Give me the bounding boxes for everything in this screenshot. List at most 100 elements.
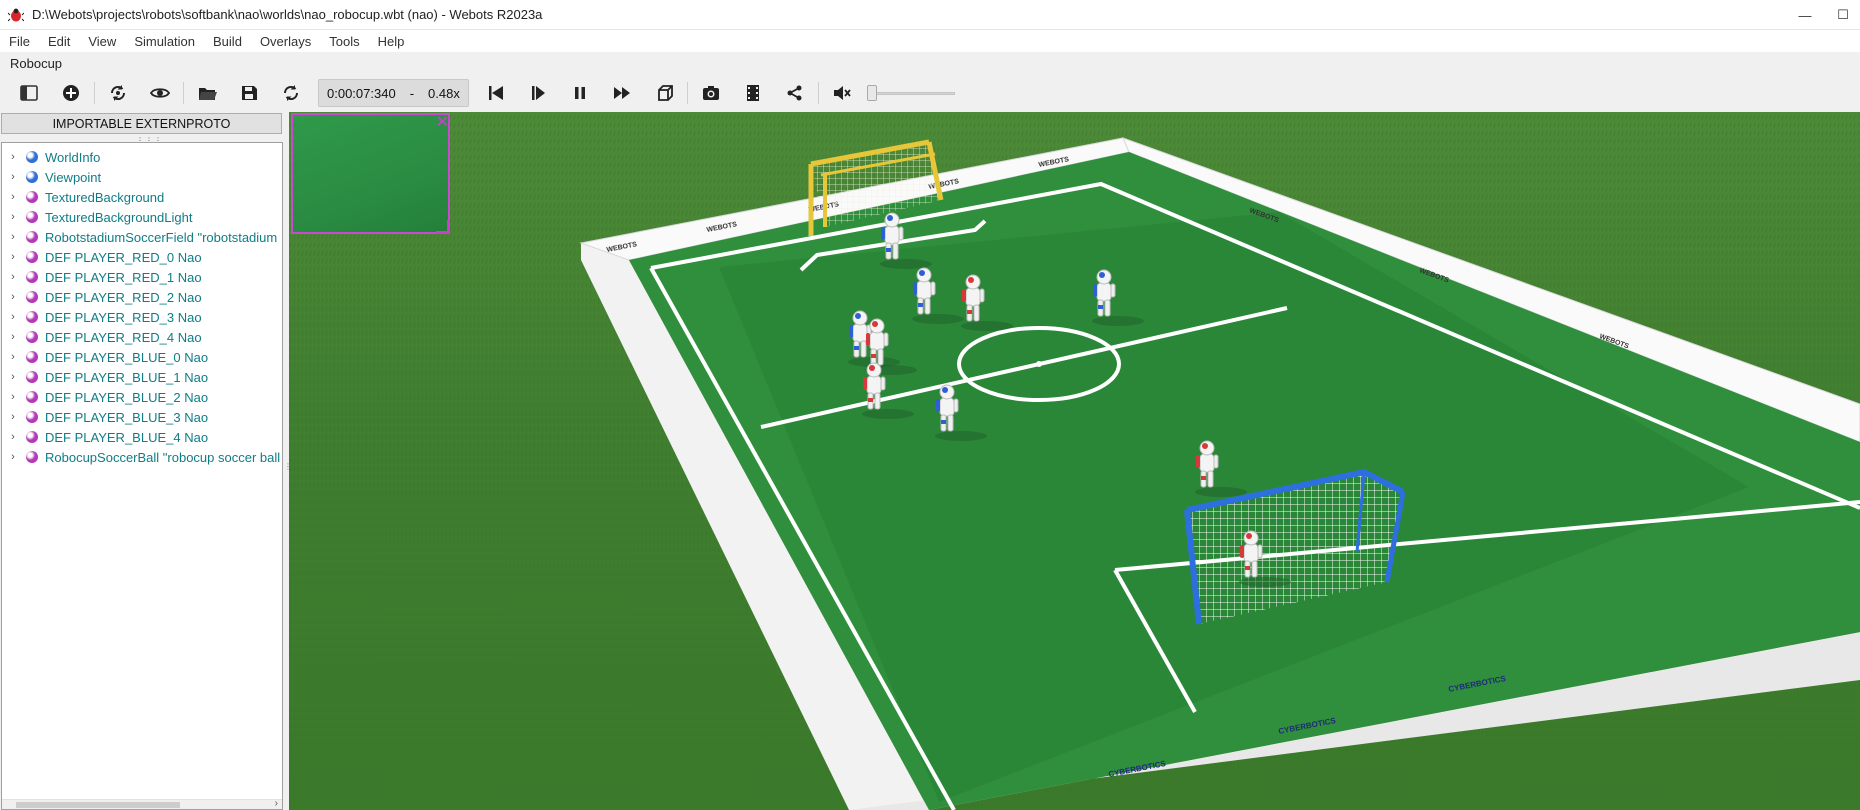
scene-tree-node[interactable]: › DEF PLAYER_BLUE_4 Nao xyxy=(2,427,282,447)
volume-knob[interactable] xyxy=(866,85,877,101)
toggle-scene-tree-button[interactable] xyxy=(8,76,50,110)
reset-icon xyxy=(283,85,299,101)
scene-tree-node[interactable]: › Viewpoint xyxy=(2,167,282,187)
reload-button[interactable] xyxy=(97,76,139,110)
scene-tree-node[interactable]: › WorldInfo xyxy=(2,147,282,167)
scene-tree-node-label: RobotstadiumSoccerField "robotstadium xyxy=(45,229,278,245)
menu-overlays[interactable]: Overlays xyxy=(251,34,320,49)
scroll-right-icon[interactable]: › xyxy=(275,798,278,809)
mute-button[interactable] xyxy=(821,76,863,110)
scene-tree-node[interactable]: › DEF PLAYER_BLUE_3 Nao xyxy=(2,407,282,427)
open-icon xyxy=(199,88,217,100)
expand-chevron-icon[interactable]: › xyxy=(6,451,20,463)
scene-tree-node[interactable]: › RobocupSoccerBall "robocup soccer ball xyxy=(2,447,282,467)
menu-edit[interactable]: Edit xyxy=(39,34,79,49)
scene-tree-node-label: DEF PLAYER_RED_1 Nao xyxy=(45,269,202,285)
record-movie-button[interactable] xyxy=(732,76,774,110)
node-type-icon xyxy=(26,151,38,163)
menu-bar: File Edit View Simulation Build Overlays… xyxy=(0,30,1860,52)
expand-chevron-icon[interactable]: › xyxy=(6,171,20,183)
resize-overlay-icon[interactable] xyxy=(436,220,450,234)
menu-view[interactable]: View xyxy=(79,34,125,49)
node-type-icon xyxy=(26,271,38,283)
step-back-icon xyxy=(488,86,503,100)
step-button[interactable] xyxy=(517,76,559,110)
scene-tree-node[interactable]: › TexturedBackground xyxy=(2,187,282,207)
close-overlay-icon[interactable]: ✕ xyxy=(436,112,449,132)
scene-tree-node[interactable]: › DEF PLAYER_BLUE_0 Nao xyxy=(2,347,282,367)
expand-chevron-icon[interactable]: › xyxy=(6,271,20,283)
menu-help[interactable]: Help xyxy=(369,34,414,49)
scene-tree-node[interactable]: › DEF PLAYER_BLUE_2 Nao xyxy=(2,387,282,407)
title-bar: D:\Webots\projects\robots\softbank\nao\w… xyxy=(0,0,1860,30)
scene-tree-node[interactable]: › RobotstadiumSoccerField "robotstadium xyxy=(2,227,282,247)
save-world-button[interactable] xyxy=(228,76,270,110)
node-type-icon xyxy=(26,171,38,183)
expand-chevron-icon[interactable]: › xyxy=(6,251,20,263)
open-world-button[interactable] xyxy=(186,76,228,110)
expand-chevron-icon[interactable]: › xyxy=(6,311,20,323)
scene-tree-node[interactable]: › DEF PLAYER_RED_2 Nao xyxy=(2,287,282,307)
view-button[interactable] xyxy=(139,76,181,110)
scene-tree-node[interactable]: › DEF PLAYER_RED_0 Nao xyxy=(2,247,282,267)
expand-chevron-icon[interactable]: › xyxy=(6,211,20,223)
expand-chevron-icon[interactable]: › xyxy=(6,191,20,203)
horizontal-scrollbar[interactable]: › xyxy=(2,798,282,809)
scene-tree-node-label: RobocupSoccerBall "robocup soccer ball xyxy=(45,449,281,465)
menu-file[interactable]: File xyxy=(0,34,39,49)
scrollbar-thumb[interactable] xyxy=(16,802,180,808)
node-type-icon xyxy=(26,291,38,303)
menu-build[interactable]: Build xyxy=(204,34,251,49)
node-type-icon xyxy=(26,391,38,403)
screenshot-icon xyxy=(702,86,719,100)
add-node-icon xyxy=(63,85,79,101)
node-type-icon xyxy=(26,351,38,363)
pause-button[interactable] xyxy=(559,76,601,110)
scene-tree-node[interactable]: › DEF PLAYER_RED_1 Nao xyxy=(2,267,282,287)
step-back-button[interactable] xyxy=(475,76,517,110)
scene-tree-node[interactable]: › TexturedBackgroundLight xyxy=(2,207,282,227)
minimize-button[interactable]: — xyxy=(1782,0,1828,30)
add-node-button[interactable] xyxy=(50,76,92,110)
panel-title: Robocup xyxy=(10,55,63,71)
expand-chevron-icon[interactable]: › xyxy=(6,431,20,443)
expand-chevron-icon[interactable]: › xyxy=(6,391,20,403)
scene-tree-node-label: DEF PLAYER_BLUE_4 Nao xyxy=(45,429,209,445)
fast-forward-icon xyxy=(613,87,630,99)
toolbar: 0:00:07:340 - 0.48x xyxy=(0,74,1860,112)
scene-tree: › WorldInfo › Viewpoint › TexturedBackground ›… xyxy=(1,142,283,810)
scene-tree-node-label: DEF PLAYER_RED_2 Nao xyxy=(45,289,202,305)
reset-simulation-button[interactable] xyxy=(270,76,312,110)
expand-chevron-icon[interactable]: › xyxy=(6,371,20,383)
volume-slider[interactable] xyxy=(866,83,957,103)
expand-chevron-icon[interactable]: › xyxy=(6,411,20,423)
maximize-button[interactable]: ☐ xyxy=(1826,0,1860,30)
expand-chevron-icon[interactable]: › xyxy=(6,351,20,363)
simulation-speed: 0.48x xyxy=(428,85,460,101)
fast-forward-button[interactable] xyxy=(601,76,643,110)
node-type-icon xyxy=(26,371,38,383)
menu-simulation[interactable]: Simulation xyxy=(125,34,204,49)
scene-tree-node-label: WorldInfo xyxy=(45,149,101,165)
render-icon xyxy=(657,85,673,101)
scene-tree-node[interactable]: › DEF PLAYER_RED_4 Nao xyxy=(2,327,282,347)
scene-tree-node[interactable]: › DEF PLAYER_RED_3 Nao xyxy=(2,307,282,327)
expand-chevron-icon[interactable]: › xyxy=(6,231,20,243)
menu-tools[interactable]: Tools xyxy=(320,34,368,49)
toolbar-separator xyxy=(817,82,819,104)
expand-chevron-icon[interactable]: › xyxy=(6,151,20,163)
scene-tree-node[interactable]: › DEF PLAYER_BLUE_1 Nao xyxy=(2,367,282,387)
importable-externproto-button[interactable]: IMPORTABLE EXTERNPROTO xyxy=(1,113,282,134)
render-toggle-button[interactable] xyxy=(643,76,685,110)
3d-viewport[interactable]: WEBOTS WEBOTS WEBOTS WEBOTS WEBOTS WEBOT… xyxy=(289,112,1860,810)
share-button[interactable] xyxy=(774,76,816,110)
scene-tree-node-label: DEF PLAYER_RED_0 Nao xyxy=(45,249,202,265)
scene-tree-node-label: Viewpoint xyxy=(45,169,102,185)
expand-chevron-icon[interactable]: › xyxy=(6,291,20,303)
scene-tree-node-label: DEF PLAYER_BLUE_3 Nao xyxy=(45,409,209,425)
scene-tree-node-label: TexturedBackgroundLight xyxy=(45,209,193,225)
screenshot-button[interactable] xyxy=(690,76,732,110)
scene-tree-node-label: DEF PLAYER_RED_4 Nao xyxy=(45,329,202,345)
expand-chevron-icon[interactable]: › xyxy=(6,331,20,343)
camera-overlay[interactable]: ✕ xyxy=(291,113,450,234)
